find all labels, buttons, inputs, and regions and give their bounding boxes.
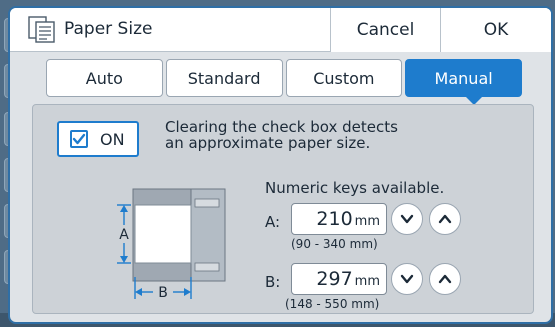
checkbox-box (70, 130, 88, 148)
field-b-label: B: (265, 273, 281, 291)
field-a-range: (90 - 340 mm) (291, 237, 378, 251)
paper-size-tabs: Auto Standard Custom Manual (46, 59, 522, 97)
cancel-button[interactable]: Cancel (330, 8, 440, 52)
chevron-up-icon (438, 214, 452, 224)
chevron-down-icon (400, 214, 414, 224)
check-icon (72, 133, 86, 145)
ok-button[interactable]: OK (440, 8, 551, 52)
manual-size-panel: ON Clearing the check box detects an app… (32, 104, 534, 314)
field-a-decrease-button[interactable] (391, 203, 423, 235)
auto-detect-description: Clearing the check box detects an approx… (165, 118, 398, 152)
dialog-titlebar: Paper Size Cancel OK (10, 8, 551, 52)
tab-custom[interactable]: Custom (285, 59, 403, 97)
field-b-input[interactable]: 297 mm (291, 263, 387, 295)
field-b-value: 297 (316, 268, 353, 290)
field-b-decrease-button[interactable] (391, 263, 423, 295)
paper-dimension-diagram: A B (117, 188, 226, 301)
field-a-unit: mm (354, 214, 380, 229)
tab-manual[interactable]: Manual (405, 59, 522, 97)
field-a-input[interactable]: 210 mm (291, 203, 387, 235)
paper-size-dialog: Paper Size Cancel OK Auto Standard Custo… (8, 6, 553, 324)
tab-standard[interactable]: Standard (165, 59, 283, 97)
field-a-label: A: (265, 213, 281, 231)
chevron-up-icon (438, 274, 452, 284)
field-b-unit: mm (354, 274, 380, 289)
dialog-title: Paper Size (64, 19, 153, 39)
chevron-down-icon (400, 274, 414, 284)
field-b-increase-button[interactable] (429, 263, 461, 295)
numeric-keys-note: Numeric keys available. (265, 179, 445, 197)
field-a-value: 210 (316, 208, 353, 230)
checkbox-label: ON (100, 129, 125, 149)
tab-auto[interactable]: Auto (46, 59, 163, 97)
paper-size-icon (28, 16, 55, 43)
field-a-increase-button[interactable] (429, 203, 461, 235)
field-b-range: (148 - 550 mm) (285, 297, 380, 311)
auto-detect-checkbox[interactable]: ON (57, 121, 139, 157)
diagram-label-b: B (158, 285, 168, 301)
diagram-label-a: A (119, 227, 129, 243)
